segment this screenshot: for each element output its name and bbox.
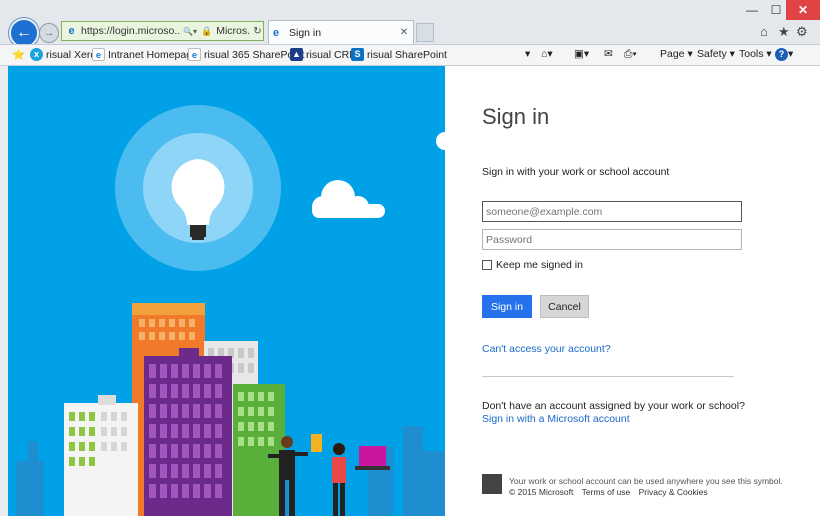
signin-panel: Sign in Sign in with your work or school… [445, 66, 820, 516]
crm-icon: ▲ [290, 48, 303, 61]
footer-text: Your work or school account can be used … [509, 476, 783, 486]
ie-page-icon: e [68, 25, 75, 37]
help-icon: ? [775, 48, 788, 61]
copyright: © 2015 Microsoft [509, 487, 574, 497]
privacy-link[interactable]: Privacy & Cookies [639, 487, 708, 497]
ie-tab-icon: e [273, 26, 280, 39]
keep-signed-in-checkbox[interactable] [482, 260, 492, 270]
keep-signed-in[interactable]: Keep me signed in [482, 259, 583, 271]
tab-sign-in[interactable]: e Sign in ✕ [268, 20, 414, 44]
feeds-icon[interactable]: ▣▾ [574, 48, 589, 60]
favorite-risual-crm[interactable]: ▲ risual CRM [290, 48, 358, 61]
certificate-label[interactable]: Micros... [216, 25, 250, 37]
lock-icon[interactable]: 🔒 [201, 26, 212, 37]
browser-window: — ☐ ✕ ← → e https://login.microso... 🔍▾ … [0, 0, 820, 516]
address-bar[interactable]: e https://login.microso... 🔍▾ 🔒 Micros..… [61, 21, 264, 41]
favorites-bar: ⭐ x risual Xero e Intranet Homepage e risua… [0, 44, 820, 66]
page-content: Sign in Sign in with your work or school… [8, 66, 820, 516]
maximize-button[interactable]: ☐ [766, 0, 786, 20]
microsoft-account-link[interactable]: Sign in with a Microsoft account [482, 413, 630, 425]
terms-link[interactable]: Terms of use [582, 487, 631, 497]
tablet-icon [311, 434, 322, 452]
close-window-button[interactable]: ✕ [786, 0, 820, 20]
command-bar-overflow[interactable]: ▾ [525, 48, 530, 60]
ie-page-icon: e [92, 48, 105, 61]
favorites-add-icon[interactable]: ⭐ [12, 48, 25, 61]
signin-subtitle: Sign in with your work or school account [482, 166, 670, 178]
print-icon[interactable]: ⎙▾ [624, 48, 637, 61]
footer-links: © 2015 Microsoft Terms of use Privacy & … [509, 487, 714, 497]
refresh-icon[interactable]: ↻ [253, 26, 261, 37]
favorite-intranet-homepage[interactable]: e Intranet Homepage [92, 48, 198, 61]
page-menu[interactable]: Page ▾ [660, 48, 693, 60]
sharepoint-icon: S [351, 48, 364, 61]
hero-illustration [8, 66, 445, 516]
help-menu-icon[interactable]: ? ▾ [775, 48, 793, 61]
favorite-label: risual SharePoint [367, 48, 447, 61]
mail-icon[interactable]: ✉ [604, 48, 613, 60]
cancel-button[interactable]: Cancel [540, 295, 589, 318]
search-dropdown-icon[interactable]: 🔍▾ [183, 27, 197, 36]
new-tab-button[interactable] [416, 23, 434, 42]
password-field[interactable] [482, 229, 742, 250]
laptop-icon [355, 446, 390, 470]
divider [482, 376, 734, 377]
favorite-label: Intranet Homepage [108, 48, 198, 61]
keep-signed-in-label: Keep me signed in [496, 259, 583, 271]
settings-gear-icon[interactable]: ⚙ [796, 24, 808, 40]
home-command-icon[interactable]: ⌂▾ [541, 48, 553, 60]
work-account-symbol-icon [482, 474, 502, 494]
tools-menu[interactable]: Tools ▾ [739, 48, 772, 60]
favorite-risual-xero[interactable]: x risual Xero [30, 48, 96, 61]
ie-page-icon: e [188, 48, 201, 61]
minimize-button[interactable]: — [738, 0, 766, 20]
favorites-star-icon[interactable]: ★ [778, 24, 790, 40]
favorite-risual-365-sharepoint[interactable]: e risual 365 SharePoint [188, 48, 304, 61]
email-field[interactable] [482, 201, 742, 222]
safety-menu[interactable]: Safety ▾ [697, 48, 735, 60]
favorite-risual-sharepoint[interactable]: Srisual SharePoint [351, 48, 447, 61]
city-illustration [16, 105, 445, 516]
tab-title: Sign in [289, 26, 322, 39]
back-arrow-icon: ← [16, 24, 32, 41]
person-right-icon [332, 443, 346, 516]
cant-access-link[interactable]: Can't access your account? [482, 343, 611, 355]
no-account-text: Don't have an account assigned by your w… [482, 400, 745, 412]
cloud-icon [312, 180, 385, 218]
address-url[interactable]: https://login.microso... [81, 25, 181, 37]
favorite-label: risual Xero [46, 48, 97, 61]
xero-icon: x [30, 48, 43, 61]
close-tab-icon[interactable]: ✕ [397, 27, 411, 38]
forward-button[interactable]: → [39, 23, 59, 43]
sign-in-button[interactable]: Sign in [482, 295, 532, 318]
forward-arrow-icon: → [43, 27, 55, 39]
page-title: Sign in [482, 104, 550, 129]
home-icon[interactable]: ⌂ [760, 24, 768, 39]
